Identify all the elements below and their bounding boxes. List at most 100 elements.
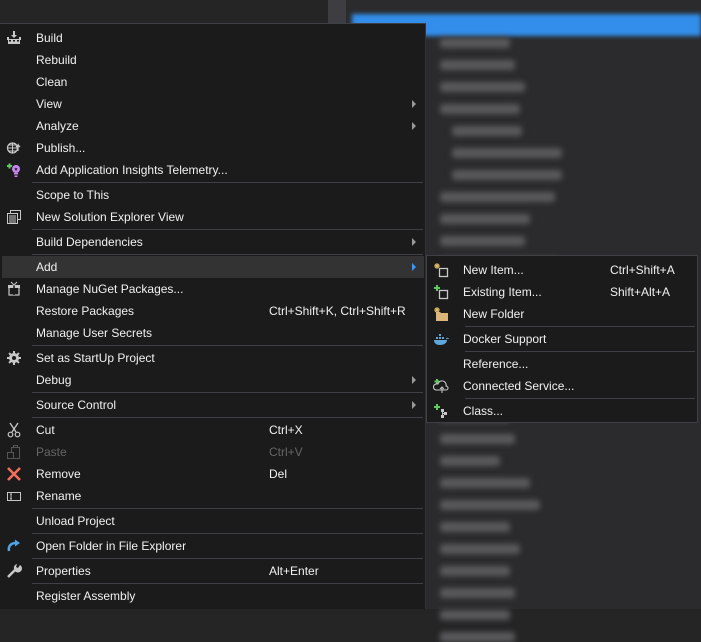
menu-item-clean[interactable]: Clean	[2, 71, 424, 93]
menu-item-label: Class...	[463, 404, 504, 418]
submenu-item-new-item[interactable]: New Item... Ctrl+Shift+A	[429, 259, 695, 281]
menu-item-build-dependencies[interactable]: Build Dependencies	[2, 231, 424, 253]
tree-row[interactable]	[440, 544, 520, 554]
menu-separator	[32, 533, 423, 534]
menu-separator	[32, 229, 423, 230]
menu-item-label: Paste	[36, 445, 67, 459]
menu-item-label: View	[36, 97, 62, 111]
submenu-item-docker-support[interactable]: Docker Support	[429, 328, 695, 350]
submenu-item-class[interactable]: Class...	[429, 400, 695, 422]
menu-item-manage-user-secrets[interactable]: Manage User Secrets	[2, 322, 424, 344]
submenu-item-reference[interactable]: Reference...	[429, 353, 695, 375]
tree-row[interactable]	[440, 192, 555, 202]
menu-item-add[interactable]: Add	[2, 256, 424, 278]
menu-item-rebuild[interactable]: Rebuild	[2, 49, 424, 71]
menu-item-label: Register Assembly	[36, 589, 136, 603]
new-solution-explorer-view-icon	[6, 209, 22, 225]
tree-row[interactable]	[440, 566, 510, 576]
menu-separator	[32, 583, 423, 584]
submenu-arrow-icon	[412, 376, 416, 384]
menu-item-open-folder-in-file-explorer[interactable]: Open Folder in File Explorer	[2, 535, 424, 557]
menu-item-label: Manage User Secrets	[36, 326, 153, 340]
menu-item-label: Analyze	[36, 119, 79, 133]
menu-item-register-assembly[interactable]: Register Assembly	[2, 585, 424, 607]
menu-item-shortcut: Del	[269, 467, 288, 481]
submenu-item-new-folder[interactable]: New Folder	[429, 303, 695, 325]
tree-row[interactable]	[440, 588, 515, 598]
tree-row[interactable]	[440, 456, 500, 466]
menu-separator	[32, 558, 423, 559]
menu-item-remove[interactable]: Remove Del	[2, 463, 424, 485]
tree-row[interactable]	[440, 38, 510, 48]
menu-item-label: Scope to This	[36, 188, 110, 202]
submenu-arrow-icon	[412, 263, 416, 271]
menu-item-label: Reference...	[463, 357, 529, 371]
tree-row[interactable]	[440, 214, 530, 224]
menu-item-cut[interactable]: Cut Ctrl+X	[2, 419, 424, 441]
menu-item-restore-packages[interactable]: Restore Packages Ctrl+Shift+K, Ctrl+Shif…	[2, 300, 424, 322]
menu-item-view[interactable]: View	[2, 93, 424, 115]
menu-item-label: Debug	[36, 373, 72, 387]
scissors-icon	[6, 422, 22, 438]
menu-item-label: Build	[36, 31, 63, 45]
menu-item-new-solution-explorer-view[interactable]: New Solution Explorer View	[2, 206, 424, 228]
build-icon	[6, 30, 22, 46]
menu-item-rename[interactable]: Rename	[2, 485, 424, 507]
tree-row[interactable]	[440, 522, 510, 532]
menu-item-shortcut: Shift+Alt+A	[610, 285, 671, 299]
tree-row[interactable]	[440, 632, 515, 642]
menu-item-label: Properties	[36, 564, 91, 578]
menu-item-label: Rebuild	[36, 53, 77, 67]
tree-row[interactable]	[440, 104, 520, 114]
menu-item-label: Open Folder in File Explorer	[36, 539, 187, 553]
tree-row[interactable]	[440, 82, 525, 92]
menu-item-set-as-startup-project[interactable]: Set as StartUp Project	[2, 347, 424, 369]
menu-separator	[32, 417, 423, 418]
application-insights-icon	[6, 162, 22, 178]
menu-item-properties[interactable]: Properties Alt+Enter	[2, 560, 424, 582]
new-item-icon	[433, 262, 449, 278]
menu-separator	[465, 398, 695, 399]
tree-row[interactable]	[440, 236, 525, 246]
menu-item-label: Unload Project	[36, 514, 115, 528]
menu-item-analyze[interactable]: Analyze	[2, 115, 424, 137]
tree-row[interactable]	[440, 610, 510, 620]
menu-item-label: Publish...	[36, 141, 86, 155]
project-context-menu: Build Rebuild Clean View Analyze Publish…	[0, 23, 426, 609]
menu-item-manage-nuget-packages[interactable]: Manage NuGet Packages...	[2, 278, 424, 300]
tree-row[interactable]	[440, 478, 530, 488]
menu-item-debug[interactable]: Debug	[2, 369, 424, 391]
menu-item-label: Remove	[36, 467, 81, 481]
menu-item-scope-to-this[interactable]: Scope to This	[2, 184, 424, 206]
submenu-item-existing-item[interactable]: Existing Item... Shift+Alt+A	[429, 281, 695, 303]
menu-item-source-control[interactable]: Source Control	[2, 394, 424, 416]
gear-icon	[6, 350, 22, 366]
menu-item-label: Clean	[36, 75, 68, 89]
remove-x-icon	[6, 466, 22, 482]
menu-item-label: Source Control	[36, 398, 117, 412]
menu-item-shortcut: Ctrl+V	[269, 445, 303, 459]
existing-item-icon	[433, 284, 449, 300]
tree-row[interactable]	[452, 148, 562, 158]
menu-separator	[32, 345, 423, 346]
menu-item-publish[interactable]: Publish...	[2, 137, 424, 159]
menu-item-shortcut: Ctrl+Shift+A	[610, 263, 675, 277]
submenu-item-connected-service[interactable]: Connected Service...	[429, 375, 695, 397]
tree-row[interactable]	[440, 500, 540, 510]
publish-globe-icon	[6, 140, 22, 156]
menu-item-build[interactable]: Build	[2, 27, 424, 49]
menu-item-label: Connected Service...	[463, 379, 575, 393]
tree-row[interactable]	[440, 60, 515, 70]
submenu-arrow-icon	[412, 401, 416, 409]
menu-separator	[465, 326, 695, 327]
menu-item-label: Manage NuGet Packages...	[36, 282, 184, 296]
tree-row[interactable]	[452, 170, 562, 180]
menu-item-unload-project[interactable]: Unload Project	[2, 510, 424, 532]
submenu-arrow-icon	[412, 100, 416, 108]
tree-row[interactable]	[440, 434, 515, 444]
menu-item-paste[interactable]: Paste Ctrl+V	[2, 441, 424, 463]
tree-row[interactable]	[452, 126, 522, 136]
scrollbar[interactable]	[328, 0, 346, 24]
menu-item-label: New Folder	[463, 307, 525, 321]
menu-item-add-application-insights[interactable]: Add Application Insights Telemetry...	[2, 159, 424, 181]
